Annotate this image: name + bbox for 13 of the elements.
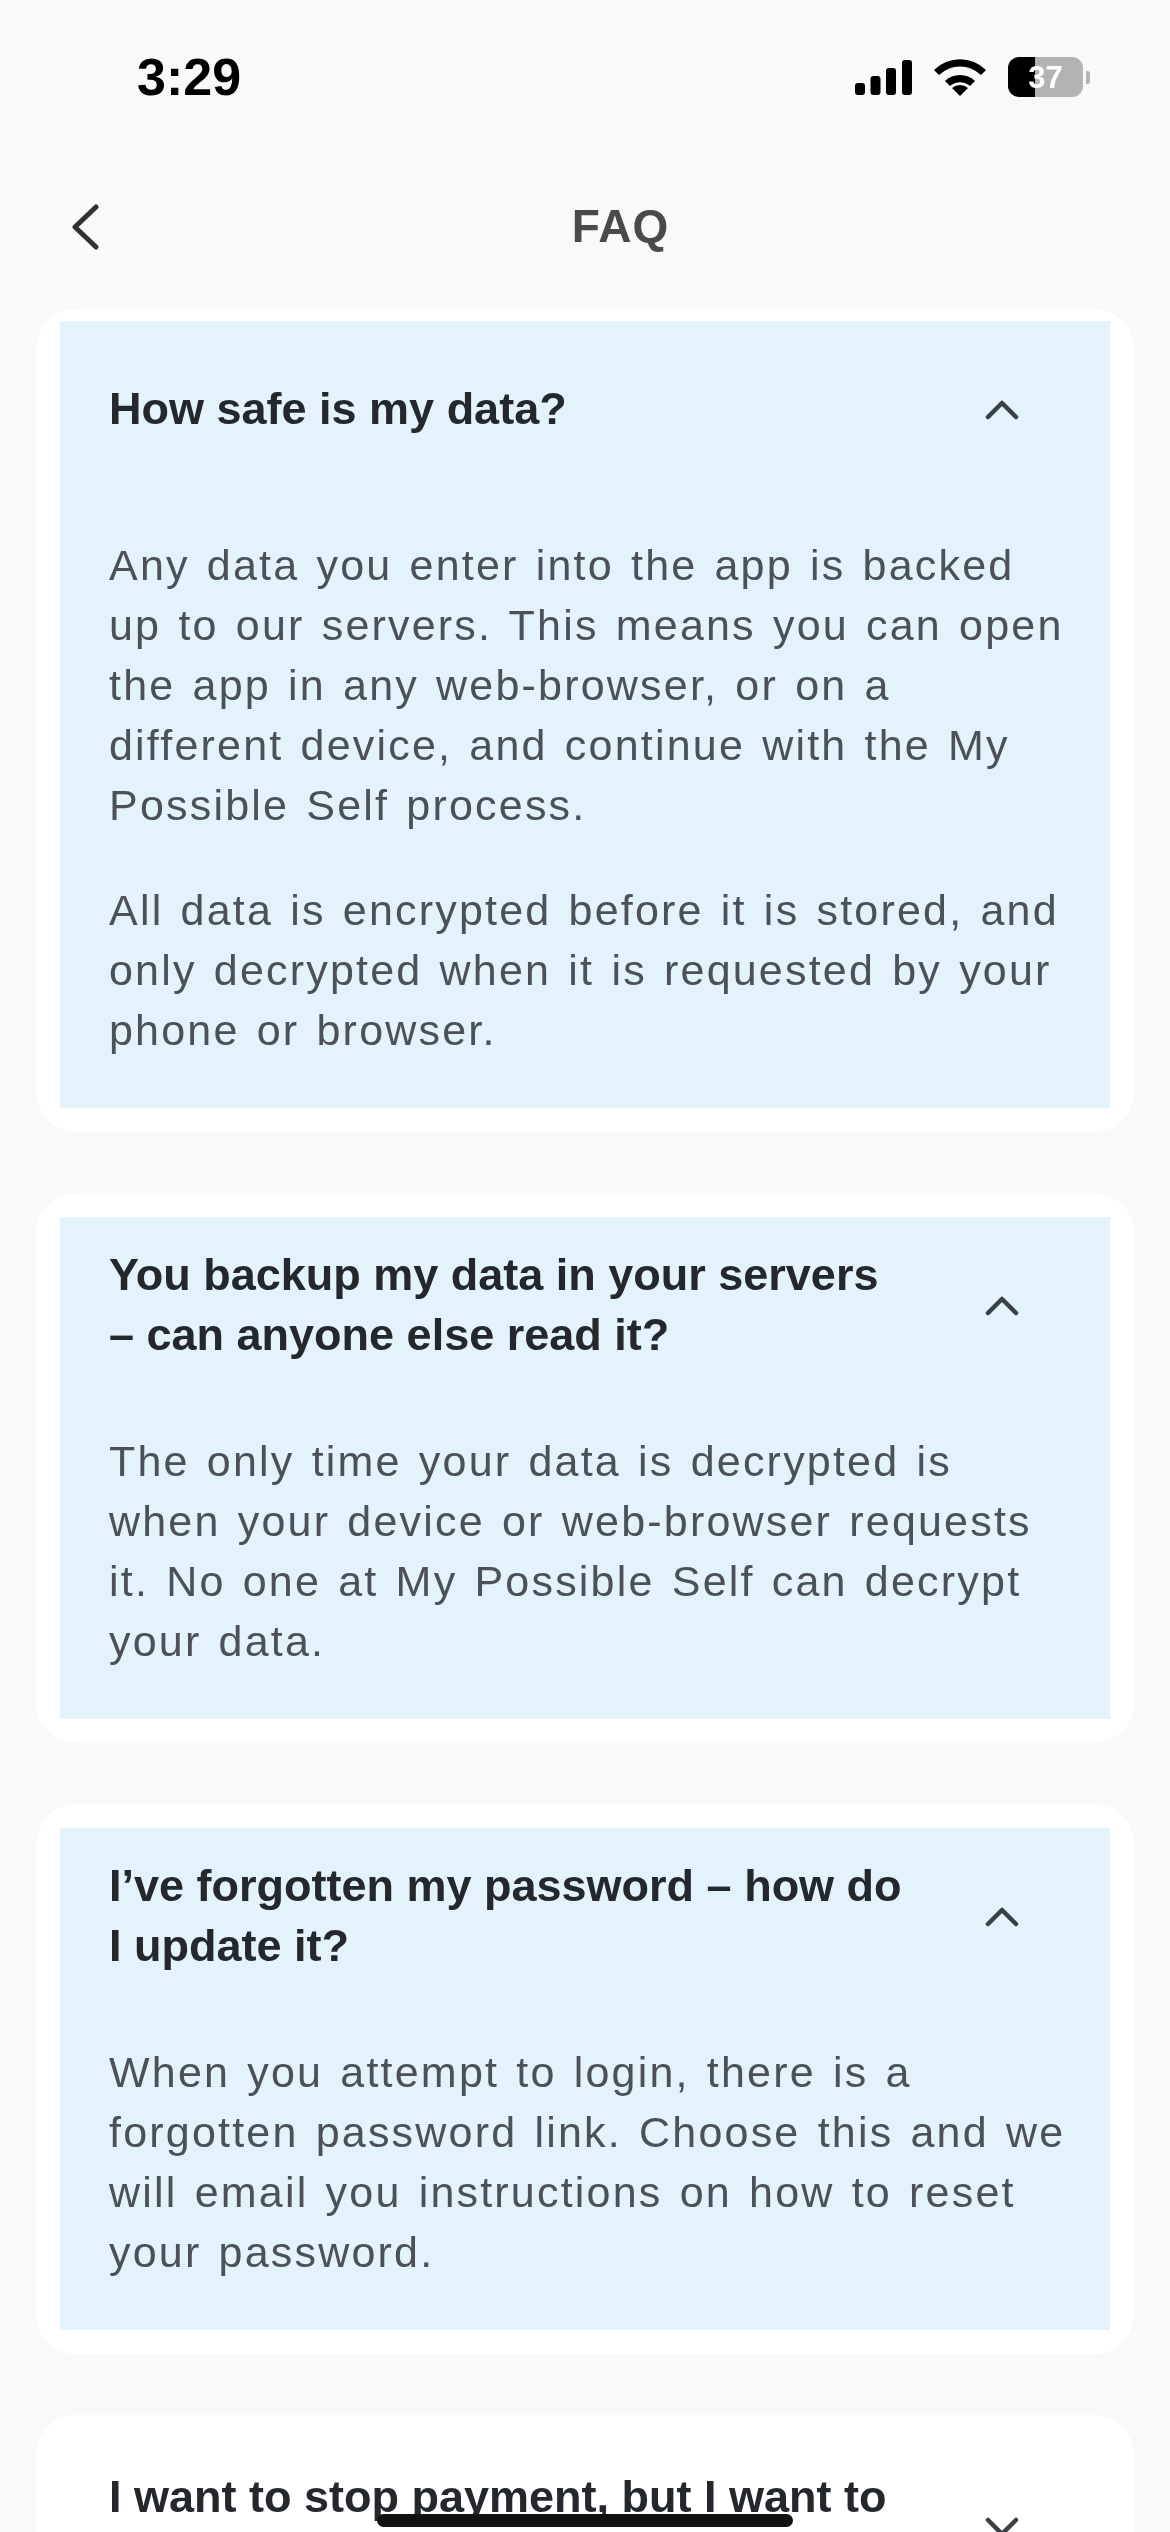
answer-text: When you attempt to login, there is a forgotten password link. Choose this and we will email you instructions on how to reset your password. bbox=[109, 2047, 1067, 2278]
faq-question[interactable]: How safe is my data? bbox=[109, 349, 1078, 469]
status-time: 3:29 bbox=[137, 51, 242, 103]
faq-question[interactable]: You backup my data in your servers – can anyone else read it? bbox=[109, 1245, 1078, 1365]
answer-text: The only time your data is decrypted is when your device or web-browser requests it. No one at My Possible Self can decrypt your data. bbox=[109, 1436, 1033, 1667]
answer-text: All data is encrypted before it is stored, and only decrypted when it is requested by your phone or browser. bbox=[109, 885, 1060, 1056]
wifi-icon bbox=[934, 58, 986, 96]
faq-question[interactable]: I’ve forgotten my password – how do I update it? bbox=[109, 1856, 1078, 1976]
page-title: FAQ bbox=[571, 199, 670, 255]
back-icon[interactable] bbox=[71, 204, 99, 250]
faq-question[interactable]: I want to stop payment, but I want to bbox=[109, 2467, 1078, 2532]
signal-icon bbox=[855, 59, 912, 95]
answer-text: Any data you enter into the app is backed up to our servers. This means you can open the app in any web-browser, or on a different device, and continue with the My Possible Self process. bbox=[109, 540, 1065, 831]
